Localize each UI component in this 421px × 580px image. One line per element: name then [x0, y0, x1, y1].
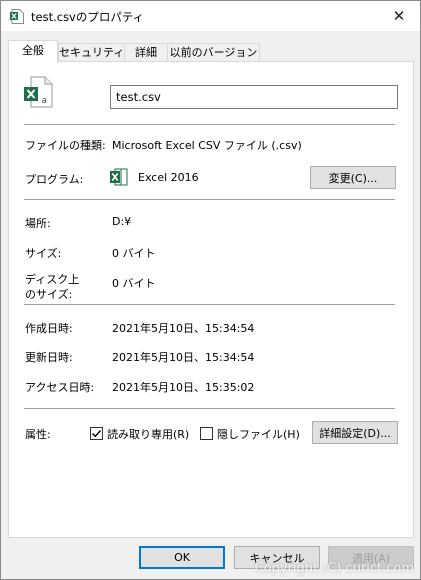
- modified-label: 更新日時:: [25, 351, 73, 364]
- file-name-input[interactable]: test.csv: [110, 85, 398, 109]
- excel-csv-file-icon: a: [24, 76, 53, 108]
- tab-security[interactable]: セキュリティ: [58, 43, 125, 62]
- separator: [24, 304, 395, 305]
- accessed-value: 2021年5月10日、15:35:02: [112, 381, 255, 394]
- size-value: 0 バイト: [112, 247, 156, 260]
- separator: [24, 199, 395, 200]
- svg-text:a: a: [42, 96, 48, 106]
- disk-size-value: 0 バイト: [112, 277, 156, 290]
- change-program-button[interactable]: 変更(C)...: [310, 166, 396, 189]
- advanced-button[interactable]: 詳細設定(D)...: [312, 421, 398, 444]
- properties-dialog: test.csvのプロパティ ✕ 全般 セキュリティ 詳細 以前のバージョン a…: [0, 0, 421, 580]
- size-label: サイズ:: [25, 247, 62, 260]
- disk-size-label-line1: ディスク上: [25, 273, 80, 286]
- separator: [24, 408, 395, 409]
- readonly-checkbox[interactable]: [90, 427, 103, 440]
- program-value: Excel 2016: [138, 171, 199, 184]
- csv-file-icon: [10, 9, 24, 24]
- created-label: 作成日時:: [25, 322, 73, 335]
- readonly-label[interactable]: 読み取り専用(R): [107, 426, 189, 442]
- file-type-label: ファイルの種類:: [25, 139, 106, 152]
- close-icon: ✕: [392, 7, 406, 25]
- close-button[interactable]: ✕: [378, 1, 420, 31]
- tab-previous-versions[interactable]: 以前のバージョン: [167, 43, 260, 62]
- window-title: test.csvのプロパティ: [31, 10, 145, 24]
- file-type-value: Microsoft Excel CSV ファイル (.csv): [112, 139, 302, 152]
- attributes-label: 属性:: [25, 428, 51, 441]
- tab-details[interactable]: 詳細: [124, 43, 168, 62]
- tab-general[interactable]: 全般: [8, 40, 58, 63]
- location-label: 場所:: [25, 217, 51, 230]
- location-value: D:¥: [112, 215, 132, 228]
- ok-button[interactable]: OK: [139, 546, 225, 569]
- excel-icon: [110, 168, 128, 186]
- disk-size-label-line2: のサイズ:: [25, 288, 73, 301]
- title-bar[interactable]: test.csvのプロパティ ✕: [1, 1, 420, 31]
- copyright-watermark: Copyright (C) curict.com: [254, 561, 415, 576]
- separator: [24, 124, 395, 125]
- modified-value: 2021年5月10日、15:34:54: [112, 351, 255, 364]
- created-value: 2021年5月10日、15:34:54: [112, 322, 255, 335]
- hidden-label[interactable]: 隠しファイル(H): [217, 426, 300, 442]
- accessed-label: アクセス日時:: [25, 381, 95, 394]
- checkmark-icon: [92, 430, 102, 438]
- program-label: プログラム:: [25, 173, 84, 186]
- hidden-checkbox[interactable]: [200, 427, 213, 440]
